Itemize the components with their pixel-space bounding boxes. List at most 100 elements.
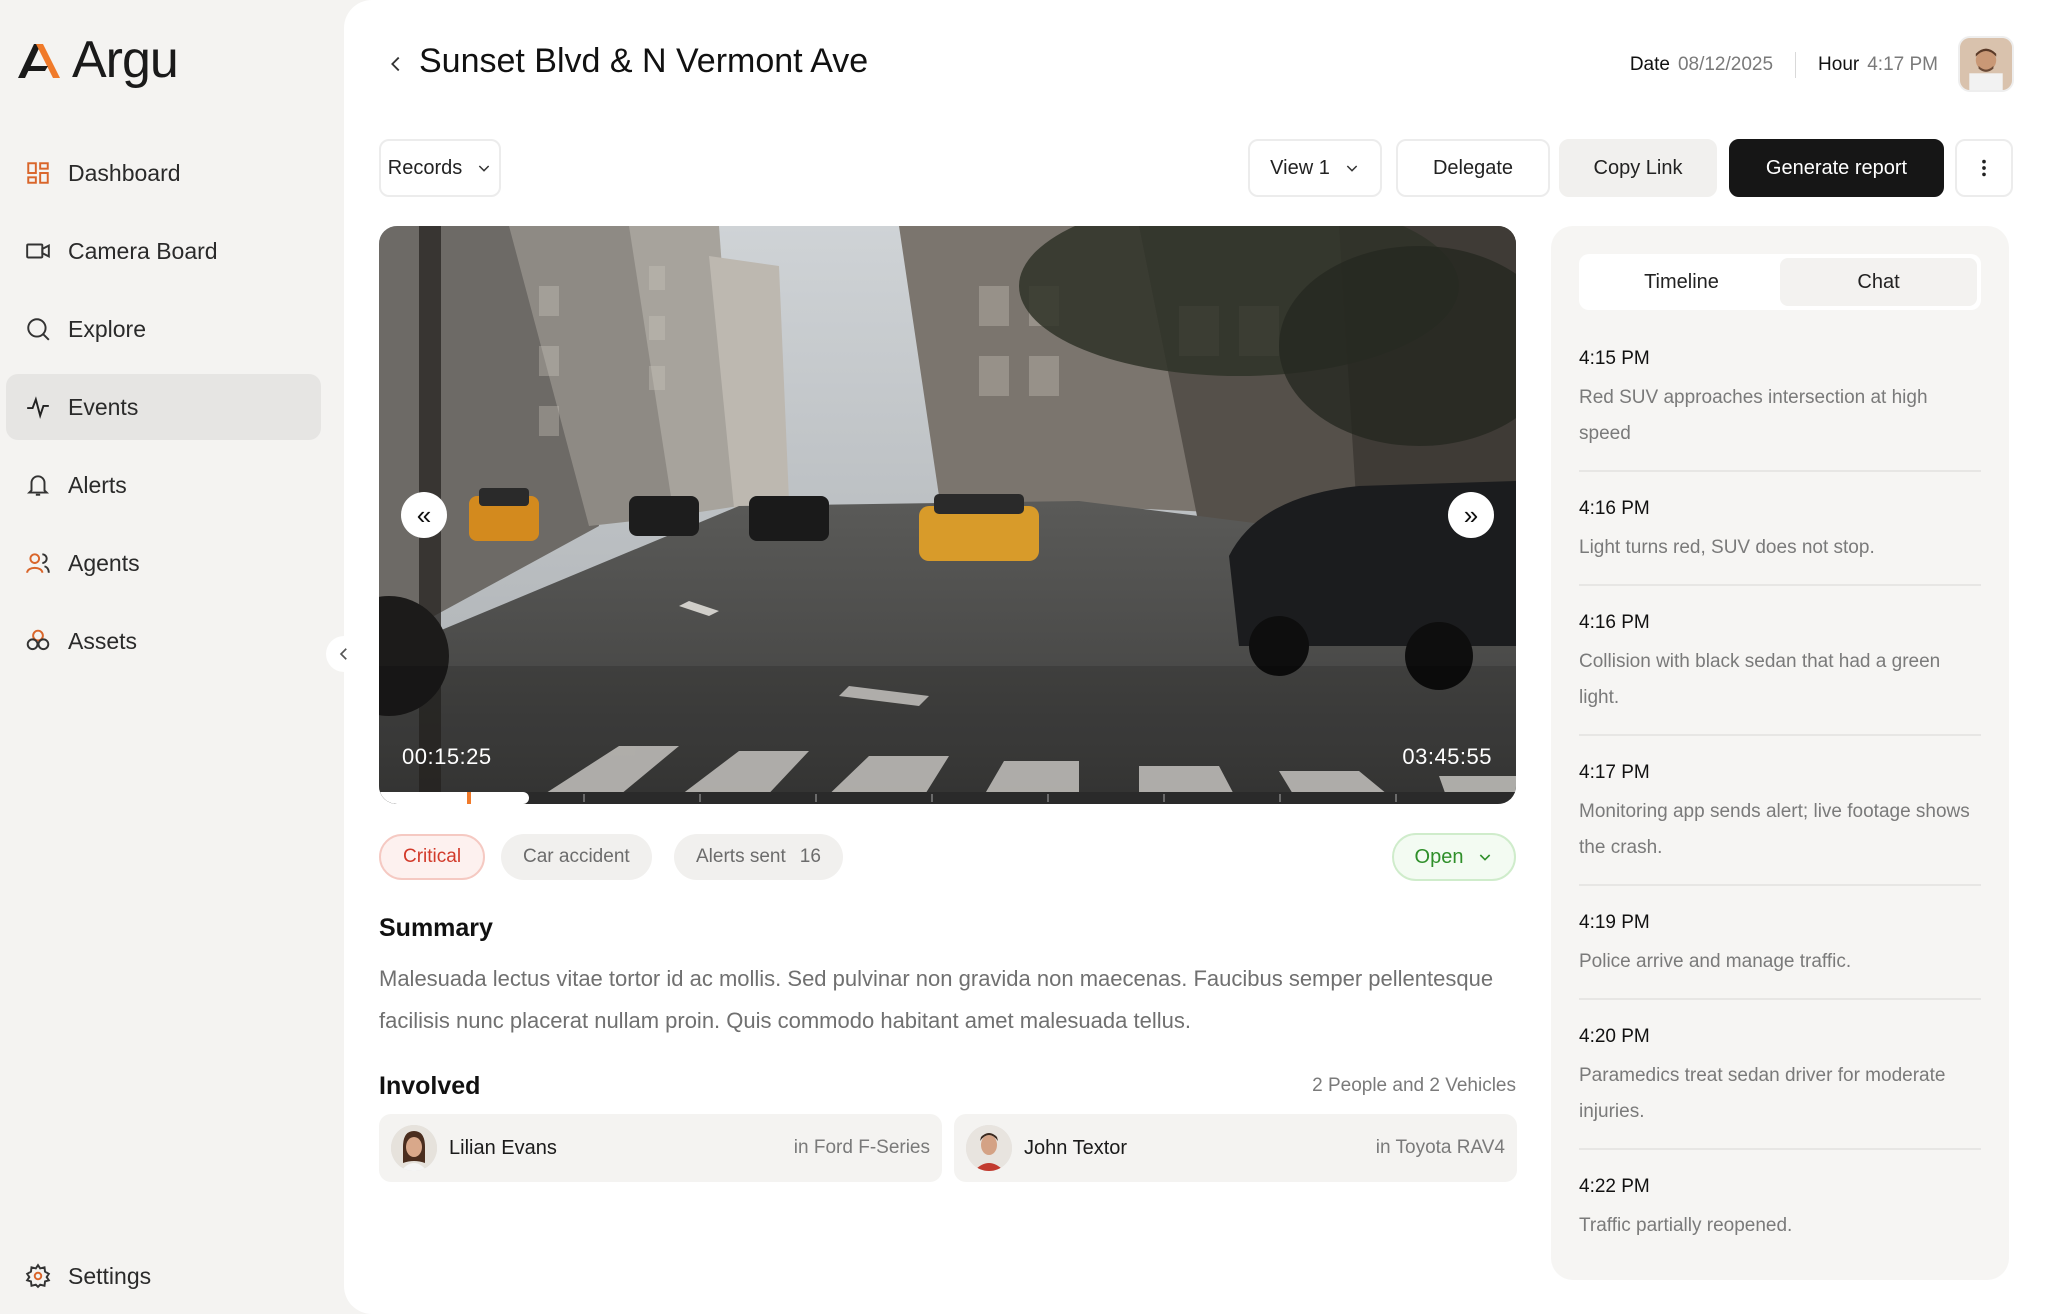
person-name: Lilian Evans xyxy=(449,1136,557,1159)
more-options-button[interactable] xyxy=(1955,139,2013,197)
avatar-image xyxy=(1960,38,2012,90)
sidebar-item-explore[interactable]: Explore xyxy=(6,296,321,362)
date-label: Date xyxy=(1629,54,1670,75)
street-scene-image xyxy=(379,226,1516,804)
user-avatar[interactable] xyxy=(1958,36,2014,92)
delegate-label: Delegate xyxy=(1432,156,1514,179)
chevron-down-icon xyxy=(1346,165,1358,172)
progress-tick xyxy=(931,794,933,802)
tab-chat[interactable]: Chat xyxy=(1780,258,1977,306)
timeline-item: 4:16 PM Collision with black sedan that … xyxy=(1579,602,1981,736)
sidebar-item-dashboard[interactable]: Dashboard xyxy=(6,140,321,206)
panel-tabs: Timeline Chat xyxy=(1579,254,1981,310)
argu-logo-icon xyxy=(18,44,60,78)
person-vehicle: in Toyota RAV4 xyxy=(1375,1137,1505,1158)
double-chevron-right-icon: » xyxy=(1463,499,1479,530)
person-avatar-image xyxy=(966,1125,1012,1171)
alerts-sent-badge: Alerts sent 16 xyxy=(674,834,843,880)
person-vehicle: in Ford F-Series xyxy=(793,1137,930,1158)
copy-link-button[interactable]: Copy Link xyxy=(1559,139,1717,197)
progress-tick xyxy=(583,794,585,802)
date-value: 08/12/2025 xyxy=(1677,54,1774,75)
sidebar-item-label: Events xyxy=(68,393,139,420)
alerts-sent-count: 16 xyxy=(799,846,821,867)
summary-text: Malesuada lectus vitae tortor id ac moll… xyxy=(379,966,1494,1033)
video-progress-bar[interactable] xyxy=(379,792,1516,804)
tab-timeline[interactable]: Timeline xyxy=(1583,258,1780,306)
timeline-text: Police arrive and manage traffic. xyxy=(1579,951,1852,972)
hour-label: Hour xyxy=(1818,54,1860,75)
person-avatar xyxy=(966,1125,1012,1171)
timeline-list: 4:15 PM Red SUV approaches intersection … xyxy=(1579,338,1981,1278)
sidebar-item-alerts[interactable]: Alerts xyxy=(6,452,321,518)
progress-tick xyxy=(1163,794,1165,802)
records-dropdown[interactable]: Records xyxy=(379,139,501,197)
fast-forward-button[interactable]: » xyxy=(1448,492,1494,538)
hour-value: 4:17 PM xyxy=(1867,54,1938,75)
progress-tick xyxy=(815,794,817,802)
app-name: Argu xyxy=(72,31,179,89)
person-name: John Textor xyxy=(1024,1136,1128,1159)
progress-tick xyxy=(1395,794,1397,802)
event-marker[interactable] xyxy=(467,792,471,804)
video-player[interactable]: « » 00:15:25 03:45:55 xyxy=(379,226,1516,804)
status-label: Open xyxy=(1414,845,1464,868)
timeline-text: Light turns red, SUV does not stop. xyxy=(1579,537,1875,558)
gear-icon xyxy=(24,1262,52,1290)
status-dropdown[interactable]: Open xyxy=(1392,833,1516,881)
involved-person-card[interactable]: John Textor in Toyota RAV4 xyxy=(954,1114,1517,1182)
chevron-left-icon xyxy=(391,56,400,72)
sidebar-item-label: Assets xyxy=(68,627,138,654)
chevron-left-icon xyxy=(339,648,347,660)
activity-icon xyxy=(24,393,52,421)
sidebar-item-assets[interactable]: Assets xyxy=(6,608,321,674)
timeline-time: 4:15 PM xyxy=(1579,348,1650,369)
sidebar-item-camera-board[interactable]: Camera Board xyxy=(6,218,321,284)
search-icon xyxy=(24,315,52,343)
timeline-text: Red SUV approaches intersection at high … xyxy=(1579,387,1928,444)
sidebar-item-agents[interactable]: Agents xyxy=(6,530,321,596)
records-label: Records xyxy=(387,156,463,179)
page-title: Sunset Blvd & N Vermont Ave xyxy=(419,42,869,80)
assets-icon xyxy=(24,627,52,655)
chevron-down-icon xyxy=(479,165,490,172)
progress-tick xyxy=(1047,794,1049,802)
sidebar-item-events[interactable]: Events xyxy=(6,374,321,440)
timeline-item: 4:22 PM Traffic partially reopened. xyxy=(1579,1166,1981,1262)
event-meta: Date 08/12/2025 Hour 4:17 PM xyxy=(1630,52,1938,78)
sidebar-item-label: Camera Board xyxy=(68,237,218,264)
severity-badge: Critical xyxy=(379,834,486,880)
timeline-item: 4:20 PM Paramedics treat sedan driver fo… xyxy=(1579,1016,1981,1150)
dashboard-icon xyxy=(24,159,52,187)
collapse-sidebar-button[interactable] xyxy=(326,636,362,672)
sidebar-item-settings[interactable]: Settings xyxy=(6,1243,321,1309)
person-avatar xyxy=(391,1125,437,1171)
timeline-time: 4:20 PM xyxy=(1579,1026,1650,1047)
event-type-badge: Car accident xyxy=(501,834,652,880)
involved-count: 2 People and 2 Vehicles xyxy=(1312,1075,1516,1096)
current-time: 00:15:25 xyxy=(402,744,492,769)
timeline-time: 4:19 PM xyxy=(1579,912,1650,933)
rewind-button[interactable]: « xyxy=(401,492,447,538)
timeline-time: 4:17 PM xyxy=(1579,762,1650,783)
sidebar-item-label: Explore xyxy=(68,315,146,342)
timeline-time: 4:22 PM xyxy=(1579,1176,1650,1197)
view-dropdown[interactable]: View 1 xyxy=(1248,139,1382,197)
settings-label: Settings xyxy=(68,1262,152,1289)
generate-report-button[interactable]: Generate report xyxy=(1729,139,1944,197)
timeline-text: Collision with black sedan that had a gr… xyxy=(1579,651,1941,708)
sidebar-item-label: Alerts xyxy=(68,471,127,498)
timeline-text: Traffic partially reopened. xyxy=(1579,1215,1793,1236)
alerts-sent-label: Alerts sent xyxy=(696,846,786,867)
timeline-item: 4:17 PM Monitoring app sends alert; live… xyxy=(1579,752,1981,886)
logo[interactable]: Argu xyxy=(14,30,179,90)
delegate-button[interactable]: Delegate xyxy=(1396,139,1550,197)
progress-tick xyxy=(1279,794,1281,802)
involved-person-card[interactable]: Lilian Evans in Ford F-Series xyxy=(379,1114,942,1182)
timeline-item: 4:16 PM Light turns red, SUV does not st… xyxy=(1579,488,1981,586)
progress-played xyxy=(379,792,529,804)
users-icon xyxy=(24,549,52,577)
back-button[interactable] xyxy=(382,50,410,78)
timeline-time: 4:16 PM xyxy=(1579,498,1650,519)
more-vertical-icon xyxy=(1982,159,1986,177)
